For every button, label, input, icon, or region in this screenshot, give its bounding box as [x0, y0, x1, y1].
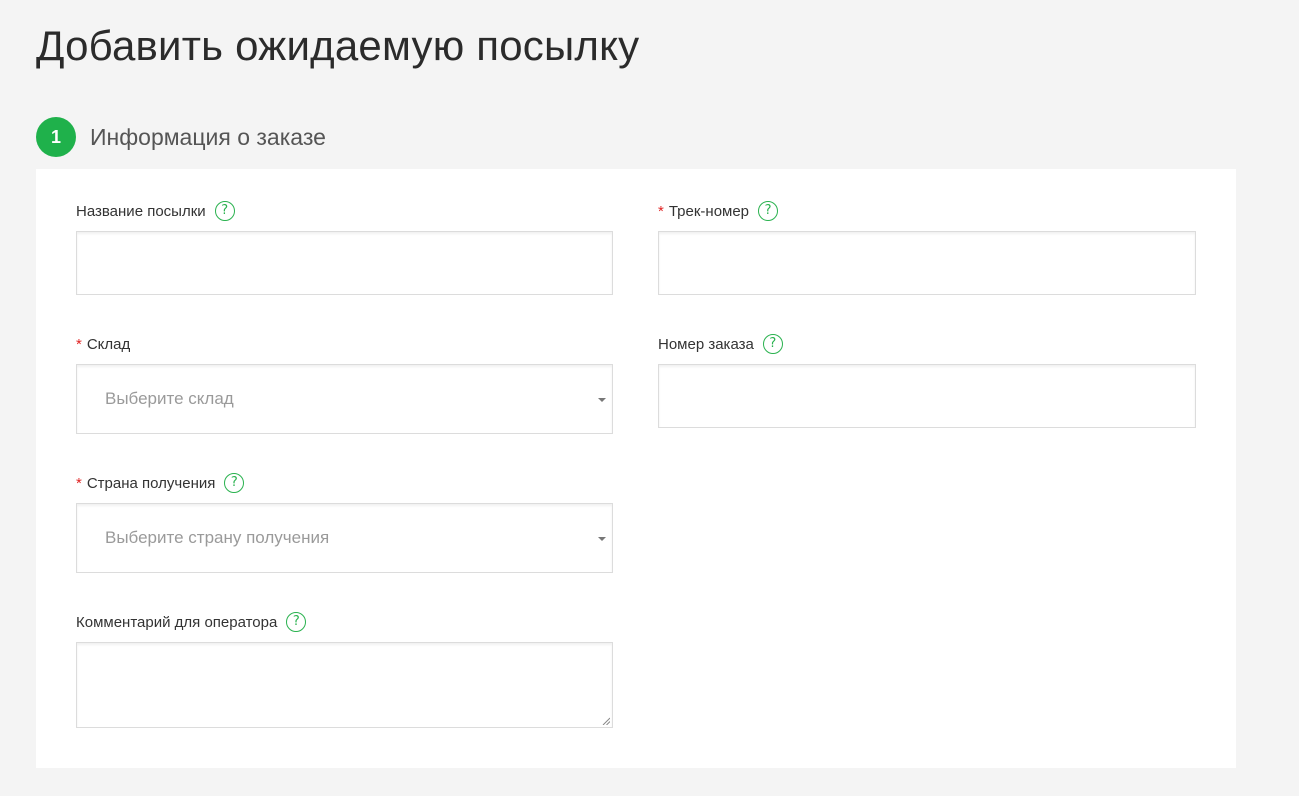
destination-country-required-mark: * — [76, 474, 82, 492]
warehouse-required-mark: * — [76, 335, 82, 353]
track-number-help-icon[interactable]: ? — [758, 201, 779, 221]
destination-country-select[interactable]: Выберите страну получения — [76, 503, 613, 573]
parcel-name-help-icon[interactable]: ? — [214, 201, 235, 221]
destination-country-label-row: * Страна получения ? — [76, 472, 613, 494]
step-title: Информация о заказе — [90, 123, 326, 150]
track-number-label-row: * Трек-номер ? — [658, 200, 1196, 222]
warehouse-label: Склад — [86, 335, 131, 353]
step-number-badge: 1 — [36, 117, 76, 157]
resize-grip-icon[interactable] — [602, 717, 610, 725]
operator-comment-field: Комментарий для оператора ? — [76, 611, 613, 728]
operator-comment-textarea[interactable] — [77, 643, 612, 727]
warehouse-select[interactable]: Выберите склад — [76, 364, 613, 434]
order-number-input[interactable] — [659, 365, 1195, 427]
page-title: Добавить ожидаемую посылку — [36, 22, 640, 69]
warehouse-select-placeholder: Выберите склад — [105, 389, 234, 408]
order-number-label: Номер заказа — [658, 335, 754, 353]
operator-comment-label: Комментарий для оператора — [76, 613, 278, 631]
track-number-input[interactable] — [659, 232, 1195, 294]
operator-comment-label-row: Комментарий для оператора ? — [76, 611, 613, 633]
parcel-name-label: Название посылки — [76, 202, 206, 220]
parcel-name-field: Название посылки ? — [76, 200, 613, 295]
order-number-field: Номер заказа ? — [658, 333, 1196, 428]
parcel-name-input-box — [76, 231, 613, 295]
caret-down-icon — [598, 537, 606, 541]
track-number-input-box — [658, 231, 1196, 295]
order-number-input-box — [658, 364, 1196, 428]
destination-country-field: * Страна получения ? Выберите страну пол… — [76, 472, 613, 573]
destination-country-select-placeholder: Выберите страну получения — [105, 528, 330, 547]
destination-country-help-icon[interactable]: ? — [224, 473, 245, 493]
operator-comment-textarea-box — [76, 642, 613, 728]
parcel-name-input[interactable] — [77, 232, 612, 294]
order-info-card: Название посылки ? * Трек-номер ? * Скла… — [36, 169, 1236, 768]
step-header: 1 Информация о заказе — [36, 117, 326, 157]
warehouse-label-row: * Склад — [76, 333, 613, 355]
track-number-label: Трек-номер — [668, 202, 750, 220]
operator-comment-help-icon[interactable]: ? — [286, 612, 307, 632]
caret-down-icon — [598, 398, 606, 402]
track-number-field: * Трек-номер ? — [658, 200, 1196, 295]
order-number-help-icon[interactable]: ? — [762, 334, 783, 354]
warehouse-field: * Склад Выберите склад — [76, 333, 613, 434]
track-number-required-mark: * — [658, 202, 664, 220]
order-number-label-row: Номер заказа ? — [658, 333, 1196, 355]
parcel-name-label-row: Название посылки ? — [76, 200, 613, 222]
destination-country-label: Страна получения — [86, 474, 216, 492]
